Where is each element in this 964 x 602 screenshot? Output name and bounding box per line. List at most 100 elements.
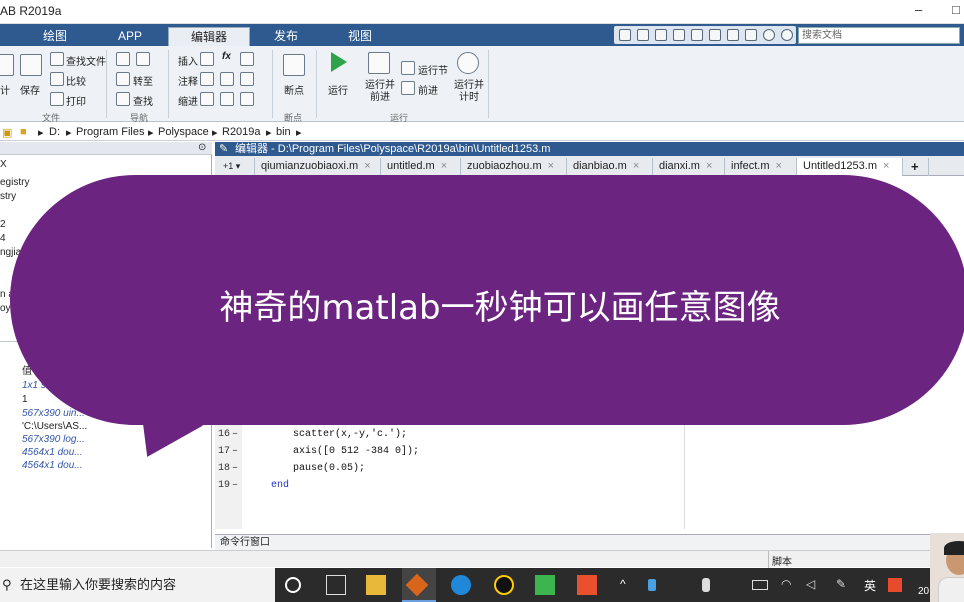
new-tab-button[interactable]: + (905, 158, 929, 176)
workspace-value[interactable]: 567x390 log... (22, 434, 85, 445)
close-icon[interactable]: × (358, 160, 370, 172)
workspace-value[interactable]: 4564x1 dou... (22, 460, 83, 471)
battery-icon[interactable] (752, 580, 768, 590)
file-item[interactable]: oy (0, 303, 11, 314)
print-button[interactable]: 打印 (66, 93, 86, 108)
path-segment[interactable]: Program Files (76, 126, 144, 138)
tab-editor[interactable]: 编辑器 (168, 27, 250, 46)
uncomment-icon[interactable] (220, 72, 234, 86)
ccleaner-orange-icon[interactable] (577, 575, 597, 595)
code-line[interactable]: end (271, 480, 289, 491)
sogou-icon[interactable] (888, 578, 902, 592)
task-view-icon[interactable] (326, 575, 346, 595)
insert-icon[interactable] (200, 52, 214, 66)
redo-icon[interactable] (709, 29, 721, 41)
cut-icon[interactable] (637, 29, 649, 41)
run-time-icon[interactable] (457, 52, 479, 74)
command-window-bar[interactable]: 命令行窗口 (215, 534, 964, 550)
decrease-indent-icon[interactable] (240, 92, 254, 106)
file-item[interactable]: egistry (0, 177, 29, 188)
paste-icon[interactable] (673, 29, 685, 41)
back-icon[interactable] (116, 52, 130, 66)
compare-button[interactable]: 比较 (66, 73, 86, 88)
comment-button[interactable]: 注释 (178, 73, 198, 88)
path-segment[interactable]: D: (49, 126, 60, 138)
pen-icon[interactable]: ✎ (836, 577, 846, 591)
find-button[interactable]: 查找 (133, 93, 153, 108)
browser-icon[interactable] (451, 575, 471, 595)
file-explorer-icon[interactable] (366, 575, 386, 595)
run-icon[interactable] (331, 52, 347, 72)
increase-indent-icon[interactable] (220, 92, 234, 106)
insert-button[interactable]: 插入 (178, 53, 198, 68)
minimize-button[interactable]: – (915, 2, 922, 17)
close-icon[interactable]: × (627, 160, 639, 172)
tab-app[interactable]: APP (95, 27, 165, 46)
maximize-button[interactable]: □ (952, 2, 960, 17)
dropdown-icon[interactable] (781, 29, 793, 41)
wrap-icon[interactable] (240, 72, 254, 86)
switch-windows-icon[interactable] (727, 29, 739, 41)
path-segment[interactable]: R2019a (222, 126, 261, 138)
copy-icon[interactable] (655, 29, 667, 41)
save-big-icon[interactable] (20, 54, 42, 76)
editor-tab-active[interactable]: Untitled1253.m × (797, 158, 903, 176)
smart-indent-icon[interactable] (200, 92, 214, 106)
usb-icon[interactable] (702, 578, 710, 592)
insert-menu-icon[interactable] (240, 52, 254, 66)
save-button[interactable]: 保存 (20, 82, 40, 97)
code-line[interactable]: pause(0.05); (293, 463, 365, 474)
file-item[interactable]: X (0, 159, 7, 170)
tab-publish[interactable]: 发布 (250, 27, 322, 46)
qq-icon[interactable] (494, 575, 514, 595)
clock[interactable]: 20 (918, 586, 929, 597)
panel-menu-icon[interactable]: ⊙ (198, 142, 206, 153)
close-icon[interactable]: × (542, 160, 554, 172)
editor-tab[interactable]: dianxi.m × (653, 158, 725, 176)
file-item[interactable]: 2 (0, 219, 6, 230)
editor-tab[interactable]: untitled.m × (381, 158, 461, 176)
undo-icon[interactable] (691, 29, 703, 41)
close-icon[interactable]: × (877, 160, 889, 172)
wifi-icon[interactable]: ◠ (781, 577, 791, 591)
path-segment[interactable]: Polyspace (158, 126, 209, 138)
code-line[interactable]: axis([0 512 -384 0]); (293, 446, 419, 457)
close-icon[interactable]: × (700, 160, 712, 172)
breakpoint-icon[interactable] (283, 54, 305, 76)
layout-icon[interactable] (745, 29, 757, 41)
tab-view[interactable]: 视图 (322, 27, 398, 46)
run-button[interactable]: 运行 (328, 82, 348, 97)
run-time-button[interactable]: 运行并 计时 (454, 80, 484, 104)
workspace-value[interactable]: 4564x1 dou... (22, 447, 83, 458)
folder-up-icon[interactable]: ▣ (2, 126, 12, 139)
workspace-value[interactable]: 'C:\Users\AS... (22, 421, 87, 432)
close-icon[interactable]: × (435, 160, 447, 172)
advance-button[interactable]: 前进 (418, 82, 438, 97)
forward-icon[interactable] (136, 52, 150, 66)
run-advance-button[interactable]: 运行并 前进 (365, 80, 395, 104)
tray-app-icon[interactable] (648, 579, 656, 591)
cortana-icon[interactable] (285, 577, 301, 593)
save-icon[interactable] (619, 29, 631, 41)
volume-icon[interactable]: ◁ (806, 577, 815, 591)
run-section-button[interactable]: 运行节 (418, 62, 448, 77)
fx-button[interactable]: fx (222, 51, 231, 62)
ccleaner-green-icon[interactable] (535, 575, 555, 595)
indent-button[interactable]: 缩进 (178, 93, 198, 108)
breakpoints-button[interactable]: 断点 (284, 82, 304, 97)
search-docs-input[interactable]: 搜索文档 (798, 27, 960, 44)
help-icon[interactable] (763, 29, 775, 41)
tab-plot[interactable]: 绘图 (15, 27, 95, 46)
address-bar[interactable]: ▣ ■ ▸ D: ▸ Program Files ▸ Polyspace ▸ R… (0, 124, 964, 141)
close-icon[interactable]: × (770, 160, 782, 172)
code-line[interactable]: scatter(x,-y,'c.'); (293, 429, 407, 440)
find-files-button[interactable]: 查找文件 (66, 53, 106, 68)
chevron-up-icon[interactable]: ^ (620, 577, 626, 591)
editor-tab[interactable]: dianbiao.m × (567, 158, 653, 176)
goto-button[interactable]: 转至 (133, 73, 153, 88)
ime-indicator[interactable]: 英 (864, 577, 876, 594)
editor-tab[interactable]: qiumianzuobiaoxi.m × (255, 158, 381, 176)
editor-tab[interactable]: zuobiaozhou.m × (461, 158, 567, 176)
run-advance-icon[interactable] (368, 52, 390, 74)
editor-tab[interactable]: infect.m × (725, 158, 797, 176)
